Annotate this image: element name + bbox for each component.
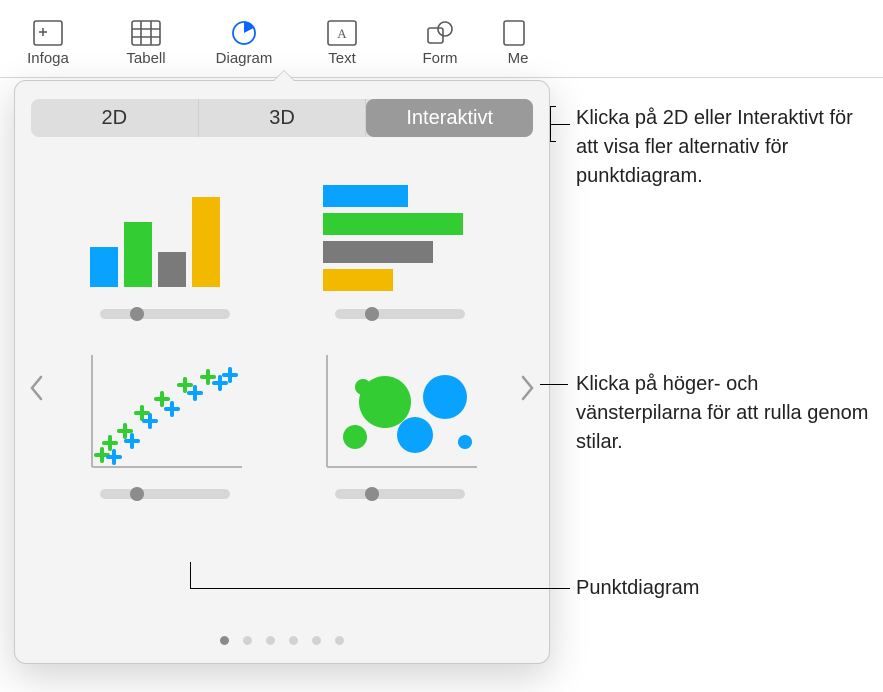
page-dots	[15, 636, 549, 645]
tab-3d[interactable]: 3D	[199, 99, 367, 137]
toolbar-shape[interactable]: Form	[400, 19, 480, 67]
color-slider[interactable]	[335, 309, 465, 319]
text-icon: A	[327, 19, 357, 47]
tab-3d-label: 3D	[269, 107, 295, 130]
color-slider[interactable]	[335, 489, 465, 499]
page-dot[interactable]	[289, 636, 298, 645]
gallery-next-arrow[interactable]	[517, 371, 539, 405]
tab-interactive-label: Interaktivt	[406, 107, 493, 130]
toolbar-media[interactable]: Me	[498, 19, 538, 67]
page-dot[interactable]	[243, 636, 252, 645]
page-dot[interactable]	[312, 636, 321, 645]
table-icon	[131, 19, 161, 47]
toolbar-shape-label: Form	[423, 50, 458, 67]
color-slider[interactable]	[100, 489, 230, 499]
chart-type-segmented-control: 2D 3D Interaktivt	[31, 99, 533, 137]
toolbar-insert[interactable]: Infoga	[8, 19, 88, 67]
annotation-scatter: Punktdiagram	[576, 574, 699, 603]
toolbar-chart[interactable]: Diagram	[204, 19, 284, 67]
toolbar-insert-label: Infoga	[27, 50, 69, 67]
toolbar-table[interactable]: Tabell	[106, 19, 186, 67]
annotation-arrows: Klicka på höger- och vänsterpilarna för …	[576, 370, 870, 457]
page-dot[interactable]	[335, 636, 344, 645]
chart-popover: 2D 3D Interaktivt	[14, 80, 550, 664]
annotation-tabs: Klicka på 2D eller Interaktivt för att v…	[576, 104, 870, 191]
toolbar-table-label: Tabell	[126, 50, 165, 67]
chart-style-scatter[interactable]	[69, 347, 260, 499]
annotations: Klicka på 2D eller Interaktivt för att v…	[560, 0, 870, 692]
scatter-chart-thumb	[80, 347, 250, 477]
tab-2d-label: 2D	[102, 107, 128, 130]
bar-chart-thumb	[315, 167, 485, 297]
chart-style-bar-horizontal[interactable]	[304, 167, 495, 319]
toolbar-chart-label: Diagram	[216, 50, 273, 67]
bubble-chart-thumb	[315, 347, 485, 477]
chart-icon	[229, 19, 259, 47]
media-icon	[503, 19, 533, 47]
color-slider[interactable]	[100, 309, 230, 319]
gallery-prev-arrow[interactable]	[25, 371, 47, 405]
column-chart-thumb	[80, 167, 250, 297]
svg-text:A: A	[337, 26, 347, 41]
toolbar-text-label: Text	[328, 50, 356, 67]
chart-style-bubble[interactable]	[304, 347, 495, 499]
toolbar-media-label: Me	[508, 50, 529, 67]
page-dot[interactable]	[220, 636, 229, 645]
chart-style-column[interactable]	[69, 167, 260, 319]
toolbar-text[interactable]: A Text	[302, 19, 382, 67]
insert-icon	[33, 19, 63, 47]
tab-2d[interactable]: 2D	[31, 99, 199, 137]
shape-icon	[425, 19, 455, 47]
page-dot[interactable]	[266, 636, 275, 645]
chart-style-gallery	[31, 155, 533, 499]
tab-interactive[interactable]: Interaktivt	[366, 99, 533, 137]
